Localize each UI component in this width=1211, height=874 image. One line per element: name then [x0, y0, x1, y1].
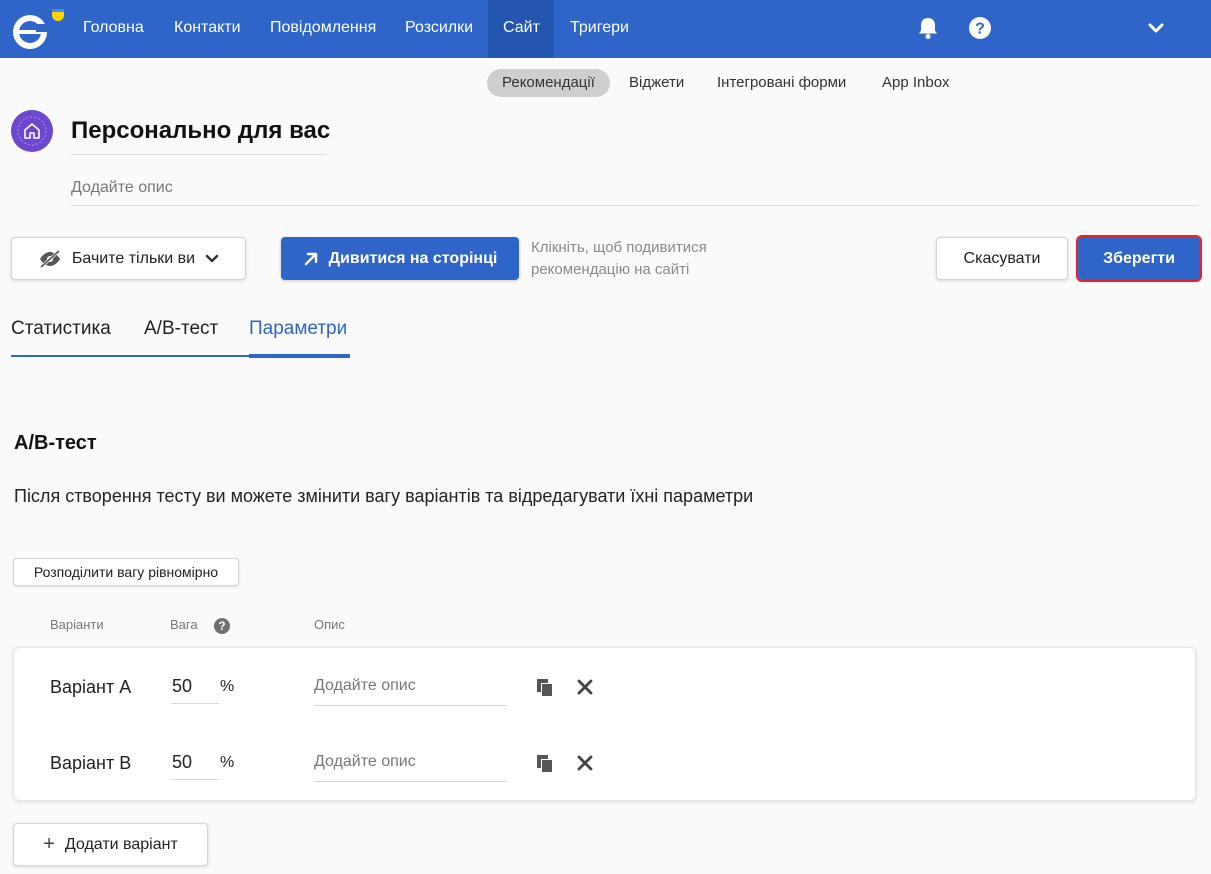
column-header-weight: Вага [170, 617, 198, 632]
avatar [11, 110, 53, 152]
split-weight-evenly-button[interactable]: Розподілити вагу рівномірно [13, 558, 239, 586]
variant-name[interactable]: Варіант A [50, 677, 131, 698]
arrow-up-right-icon [304, 252, 317, 265]
section-title: A/B-тест [14, 432, 97, 454]
add-variant-label: Додати варіант [64, 835, 178, 853]
tab-statistics[interactable]: Статистика [11, 318, 111, 340]
variant-description-input[interactable] [314, 666, 507, 706]
add-variant-button[interactable]: + Додати варіант [13, 823, 208, 866]
copy-icon[interactable] [536, 754, 554, 774]
variant-row: Варіант B % [14, 724, 1197, 801]
column-header-variants: Варіанти [50, 617, 104, 632]
plus-icon: + [43, 833, 55, 855]
svg-text:?: ? [975, 21, 985, 38]
subnav-widgets[interactable]: Віджети [614, 69, 699, 97]
help-icon[interactable]: ? [967, 15, 993, 41]
nav-item-campaigns[interactable]: Розсилки [390, 0, 488, 58]
chevron-down-icon [205, 254, 219, 262]
esputnik-logo[interactable] [10, 6, 66, 52]
variant-description-input[interactable] [314, 742, 507, 782]
subnav-integrated-forms[interactable]: Інтегровані форми [702, 69, 861, 97]
save-button[interactable]: Зберегти [1076, 235, 1202, 282]
chevron-down-icon[interactable] [1143, 15, 1169, 41]
home-icon [17, 116, 47, 146]
view-on-page-button[interactable]: Дивитися на сторінці [281, 237, 519, 280]
variant-row: Варіант A % [14, 648, 1197, 725]
tab-ab-test[interactable]: A/B-тест [144, 318, 218, 340]
delete-variant-icon[interactable] [576, 754, 594, 772]
column-header-description: Опис [314, 617, 345, 632]
eye-slash-icon [39, 249, 60, 268]
title-underline [71, 154, 326, 155]
percent-sign: % [220, 678, 235, 695]
cancel-button[interactable]: Скасувати [936, 237, 1068, 280]
copy-icon[interactable] [536, 678, 554, 698]
nav-item-site[interactable]: Сайт [488, 0, 554, 58]
view-on-page-label: Дивитися на сторінці [328, 249, 498, 267]
view-hint: Клікніть, щоб подивитися рекомендацію на… [531, 239, 707, 278]
variant-name[interactable]: Варіант B [50, 753, 131, 774]
weight-help-icon[interactable]: ? [213, 617, 231, 635]
bell-icon[interactable] [915, 15, 941, 41]
top-navigation-bar: Головна Контакти Повідомлення Розсилки С… [0, 0, 1211, 58]
percent-sign: % [220, 754, 235, 771]
section-description: Після створення тесту ви можете змінити … [14, 486, 754, 506]
description-input[interactable] [71, 170, 1199, 206]
nav-item-triggers[interactable]: Тригери [555, 0, 644, 58]
visibility-label: Бачите тільки ви [71, 249, 196, 267]
nav-item-contacts[interactable]: Контакти [159, 0, 256, 58]
weight-input[interactable] [171, 670, 219, 704]
tab-parameters[interactable]: Параметри [249, 318, 347, 340]
nav-item-home[interactable]: Головна [68, 0, 159, 58]
visibility-dropdown[interactable]: Бачите тільки ви [11, 237, 246, 280]
variants-list: Варіант A % Варіант B % [13, 647, 1196, 801]
weight-input[interactable] [171, 746, 219, 780]
delete-variant-icon[interactable] [576, 678, 594, 696]
page-title[interactable]: Персонально для вас [71, 117, 330, 145]
active-tab-indicator [249, 354, 350, 358]
subnav-recommendations[interactable]: Рекомендації [487, 69, 610, 97]
subnav-app-inbox[interactable]: App Inbox [867, 69, 965, 97]
svg-text:?: ? [218, 621, 225, 633]
nav-item-messages[interactable]: Повідомлення [255, 0, 391, 58]
